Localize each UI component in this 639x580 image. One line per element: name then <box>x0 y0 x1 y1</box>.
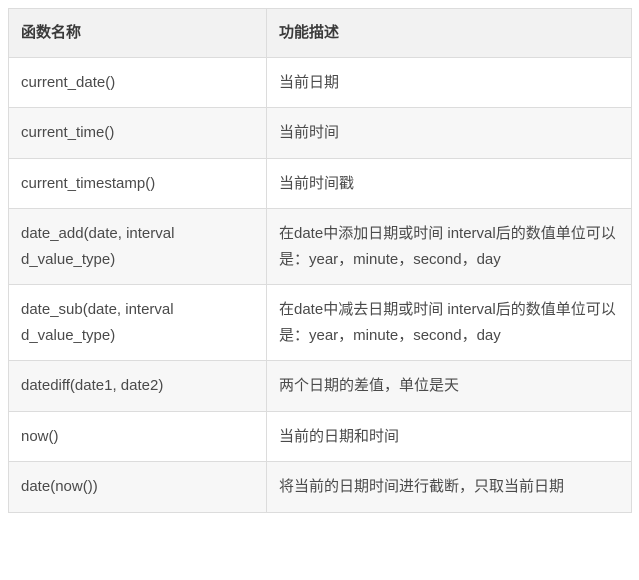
table-row: current_timestamp() 当前时间戳 <box>9 158 632 209</box>
table-row: datediff(date1, date2) 两个日期的差值，单位是天 <box>9 361 632 412</box>
cell-desc: 在date中减去日期或时间 interval后的数值单位可以是：year，min… <box>267 285 632 361</box>
table-row: current_date() 当前日期 <box>9 57 632 108</box>
header-desc: 功能描述 <box>267 9 632 58</box>
cell-desc: 将当前的日期时间进行截断，只取当前日期 <box>267 462 632 513</box>
cell-fn: now() <box>9 411 267 462</box>
cell-fn: date_sub(date, interval d_value_type) <box>9 285 267 361</box>
functions-table-container: 函数名称 功能描述 current_date() 当前日期 current_ti… <box>8 8 631 513</box>
cell-fn: current_time() <box>9 108 267 159</box>
cell-fn: date_add(date, interval d_value_type) <box>9 209 267 285</box>
cell-fn: date(now()) <box>9 462 267 513</box>
table-row: date_sub(date, interval d_value_type) 在d… <box>9 285 632 361</box>
table-row: date_add(date, interval d_value_type) 在d… <box>9 209 632 285</box>
cell-desc: 当前日期 <box>267 57 632 108</box>
functions-table: 函数名称 功能描述 current_date() 当前日期 current_ti… <box>8 8 632 513</box>
cell-fn: datediff(date1, date2) <box>9 361 267 412</box>
table-row: now() 当前的日期和时间 <box>9 411 632 462</box>
cell-desc: 两个日期的差值，单位是天 <box>267 361 632 412</box>
header-fn: 函数名称 <box>9 9 267 58</box>
cell-desc: 在date中添加日期或时间 interval后的数值单位可以是：year，min… <box>267 209 632 285</box>
table-row: date(now()) 将当前的日期时间进行截断，只取当前日期 <box>9 462 632 513</box>
cell-desc: 当前时间戳 <box>267 158 632 209</box>
cell-desc: 当前时间 <box>267 108 632 159</box>
cell-fn: current_timestamp() <box>9 158 267 209</box>
table-header-row: 函数名称 功能描述 <box>9 9 632 58</box>
cell-desc: 当前的日期和时间 <box>267 411 632 462</box>
cell-fn: current_date() <box>9 57 267 108</box>
table-row: current_time() 当前时间 <box>9 108 632 159</box>
